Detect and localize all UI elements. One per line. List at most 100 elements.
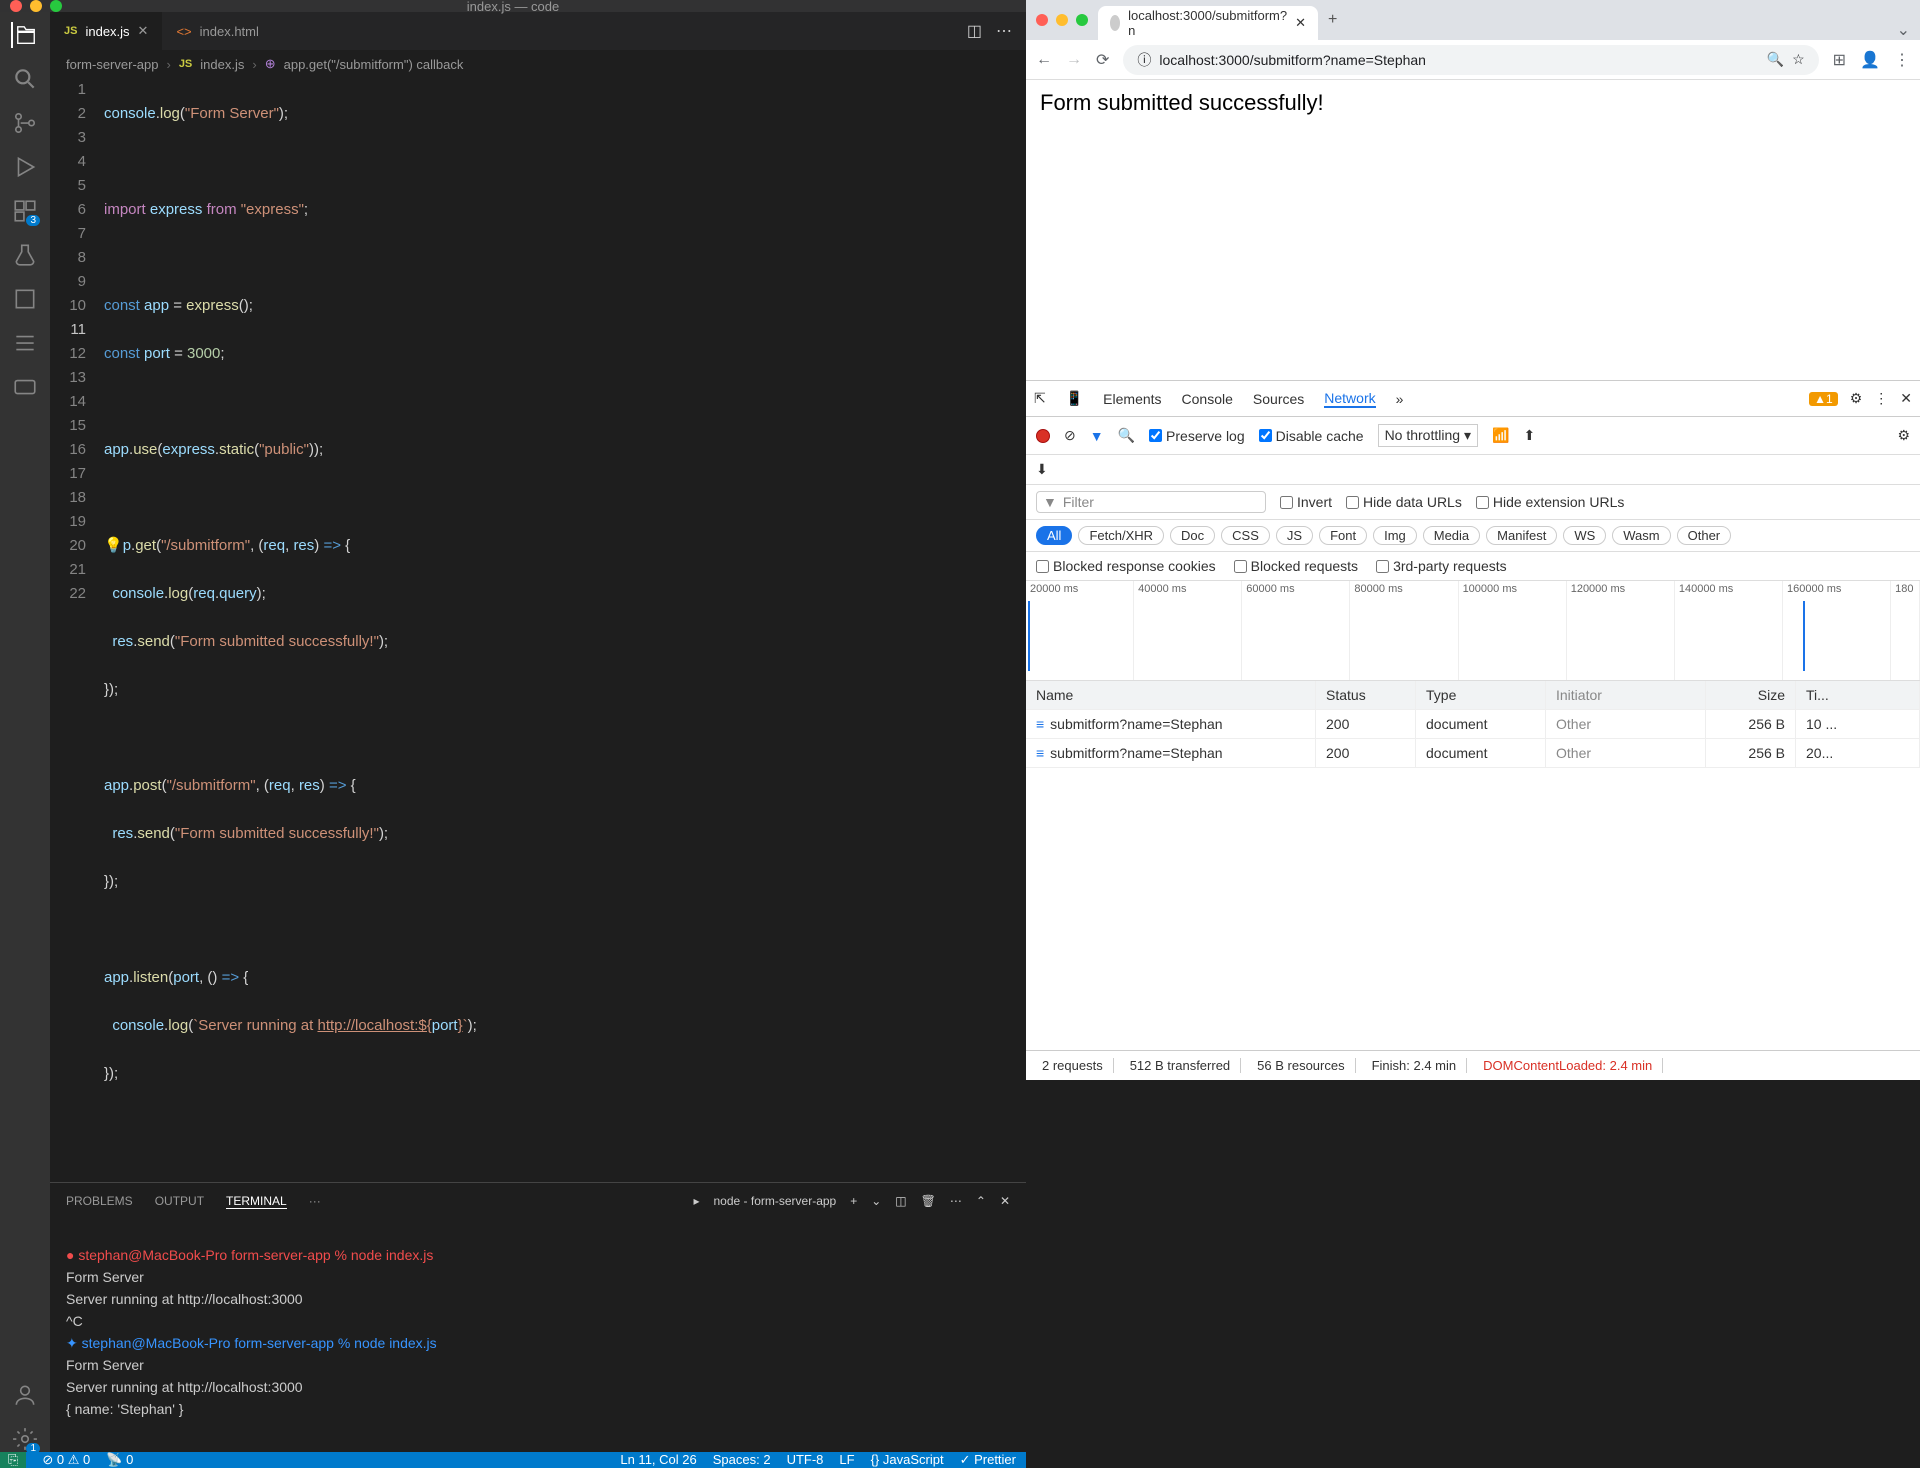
breadcrumb-item[interactable]: form-server-app [66, 57, 158, 72]
testing-icon[interactable] [12, 242, 38, 268]
breadcrumb-item[interactable]: index.js [200, 57, 244, 72]
reload-icon[interactable]: ⟳ [1096, 50, 1109, 70]
table-header[interactable]: Name Status Type Initiator Size Ti... [1026, 681, 1920, 710]
errors-count[interactable]: ⊘ 0 ⚠ 0 [42, 1452, 90, 1468]
warnings-badge[interactable]: ▲1 [1809, 392, 1838, 406]
chip-all[interactable]: All [1036, 526, 1072, 545]
table-row[interactable]: ≡submitform?name=Stephan 200 document Ot… [1026, 710, 1920, 739]
source-control-icon[interactable] [12, 110, 38, 136]
minimize-icon[interactable] [1056, 14, 1068, 26]
chip-img[interactable]: Img [1373, 526, 1417, 545]
remote-button[interactable]: ⎘ [0, 1452, 26, 1468]
more-icon[interactable]: ⋯ [996, 21, 1012, 41]
close-icon[interactable] [1036, 14, 1048, 26]
minimize-icon[interactable] [30, 0, 42, 12]
invert-checkbox[interactable]: Invert [1280, 494, 1332, 510]
close-icon[interactable] [10, 0, 22, 12]
split-editor-icon[interactable]: ◫ [967, 21, 982, 41]
close-icon[interactable]: ✕ [138, 23, 149, 39]
filter-input[interactable]: ▼ Filter [1036, 491, 1266, 513]
chip-wasm[interactable]: Wasm [1612, 526, 1670, 545]
breadcrumb-item[interactable]: app.get("/submitform") callback [284, 57, 464, 72]
panel-tab-problems[interactable]: PROBLEMS [66, 1194, 133, 1208]
disable-cache-checkbox[interactable]: Disable cache [1259, 428, 1364, 444]
blocked-cookies-checkbox[interactable]: Blocked response cookies [1036, 558, 1216, 574]
panel-tab-more[interactable]: ··· [309, 1194, 321, 1208]
extensions-icon[interactable]: 3 [12, 198, 38, 224]
search-icon[interactable]: 🔍 [1118, 427, 1135, 444]
import-icon[interactable]: ⬆ [1524, 427, 1536, 444]
eol-button[interactable]: LF [839, 1452, 854, 1468]
more-icon[interactable]: ⋯ [950, 1194, 962, 1208]
chip-doc[interactable]: Doc [1170, 526, 1215, 545]
split-terminal-icon[interactable]: ◫ [895, 1194, 906, 1208]
profile-icon[interactable]: 👤 [1860, 50, 1880, 70]
network-timeline[interactable]: 20000 ms 40000 ms 60000 ms 80000 ms 1000… [1026, 581, 1920, 681]
record-button[interactable] [1036, 429, 1050, 443]
maximize-icon[interactable] [50, 0, 62, 12]
chevron-down-icon[interactable]: ⌄ [1897, 20, 1910, 40]
chip-other[interactable]: Other [1677, 526, 1732, 545]
tab-elements[interactable]: Elements [1103, 391, 1161, 407]
code-editor[interactable]: 12345678910111213141516171819202122 cons… [50, 78, 1026, 1182]
chevron-down-icon[interactable]: ⌄ [871, 1194, 881, 1208]
menu-icon[interactable]: ⋮ [1894, 50, 1910, 70]
indent-button[interactable]: Spaces: 2 [713, 1452, 771, 1468]
inspect-icon[interactable]: ⇱ [1034, 390, 1046, 407]
tab-index-html[interactable]: <>index.html [162, 12, 272, 50]
filter-toggle-icon[interactable]: ▼ [1090, 428, 1104, 444]
chip-js[interactable]: JS [1276, 526, 1313, 545]
forward-icon[interactable]: → [1066, 51, 1082, 69]
close-devtools-icon[interactable]: ✕ [1900, 390, 1912, 407]
zoom-icon[interactable]: 🔍 [1767, 51, 1784, 68]
language-button[interactable]: {} JavaScript [871, 1452, 944, 1468]
maximize-icon[interactable] [1076, 14, 1088, 26]
gear-icon[interactable]: 1 [12, 1426, 38, 1452]
new-tab-icon[interactable]: + [1324, 7, 1341, 33]
trash-icon[interactable]: 🗑 [921, 1194, 936, 1208]
browser-tab[interactable]: localhost:3000/submitform?n ✕ [1098, 6, 1318, 40]
star-icon[interactable]: ☆ [1792, 51, 1805, 68]
new-terminal-icon[interactable]: + [850, 1194, 857, 1208]
terminal-process[interactable]: node - form-server-app [714, 1194, 837, 1208]
extensions-icon[interactable]: ⊞ [1833, 50, 1846, 70]
preserve-log-checkbox[interactable]: Preserve log [1149, 428, 1245, 444]
settings-icon[interactable]: ⚙ [1897, 427, 1910, 444]
tab-console[interactable]: Console [1182, 391, 1233, 407]
chip-media[interactable]: Media [1423, 526, 1480, 545]
hide-exturls-checkbox[interactable]: Hide extension URLs [1476, 494, 1625, 510]
encoding-button[interactable]: UTF-8 [787, 1452, 824, 1468]
chip-ws[interactable]: WS [1563, 526, 1606, 545]
breadcrumb[interactable]: form-server-app› JSindex.js› ⊕app.get("/… [50, 50, 1026, 78]
chip-fetch[interactable]: Fetch/XHR [1078, 526, 1164, 545]
blocked-requests-checkbox[interactable]: Blocked requests [1234, 558, 1358, 574]
address-bar[interactable]: ⓘ localhost:3000/submitform?name=Stephan… [1123, 45, 1818, 75]
maximize-panel-icon[interactable]: ⌃ [976, 1194, 986, 1208]
hide-dataurls-checkbox[interactable]: Hide data URLs [1346, 494, 1462, 510]
device-icon[interactable]: 📱 [1066, 390, 1083, 407]
prettier-button[interactable]: ✓ Prettier [960, 1452, 1016, 1468]
chip-css[interactable]: CSS [1221, 526, 1270, 545]
traffic-lights[interactable] [1036, 14, 1088, 26]
sidebar-item[interactable] [12, 286, 38, 312]
search-icon[interactable] [12, 66, 38, 92]
sidebar-item-3[interactable] [12, 374, 38, 400]
terminal-process-icon[interactable]: ▸ [693, 1194, 699, 1208]
table-row[interactable]: ≡submitform?name=Stephan 200 document Ot… [1026, 739, 1920, 768]
clear-icon[interactable]: ⊘ [1064, 427, 1076, 444]
debug-icon[interactable] [12, 154, 38, 180]
thirdparty-checkbox[interactable]: 3rd-party requests [1376, 558, 1507, 574]
account-icon[interactable] [12, 1382, 38, 1408]
more-icon[interactable]: ⋮ [1874, 390, 1888, 407]
chip-font[interactable]: Font [1319, 526, 1367, 545]
network-conditions-icon[interactable]: 📶 [1492, 427, 1509, 444]
cursor-position[interactable]: Ln 11, Col 26 [620, 1452, 696, 1468]
close-panel-icon[interactable]: ✕ [1000, 1194, 1010, 1208]
panel-tab-terminal[interactable]: TERMINAL [226, 1194, 287, 1209]
throttling-select[interactable]: No throttling▾ [1378, 424, 1479, 447]
download-icon[interactable]: ⬇ [1036, 461, 1048, 478]
gear-icon[interactable]: ⚙ [1850, 390, 1863, 407]
tab-index-js[interactable]: JSindex.js✕ [50, 12, 162, 50]
sidebar-item-2[interactable] [12, 330, 38, 356]
terminal[interactable]: ● stephan@MacBook-Pro form-server-app % … [50, 1219, 1026, 1452]
